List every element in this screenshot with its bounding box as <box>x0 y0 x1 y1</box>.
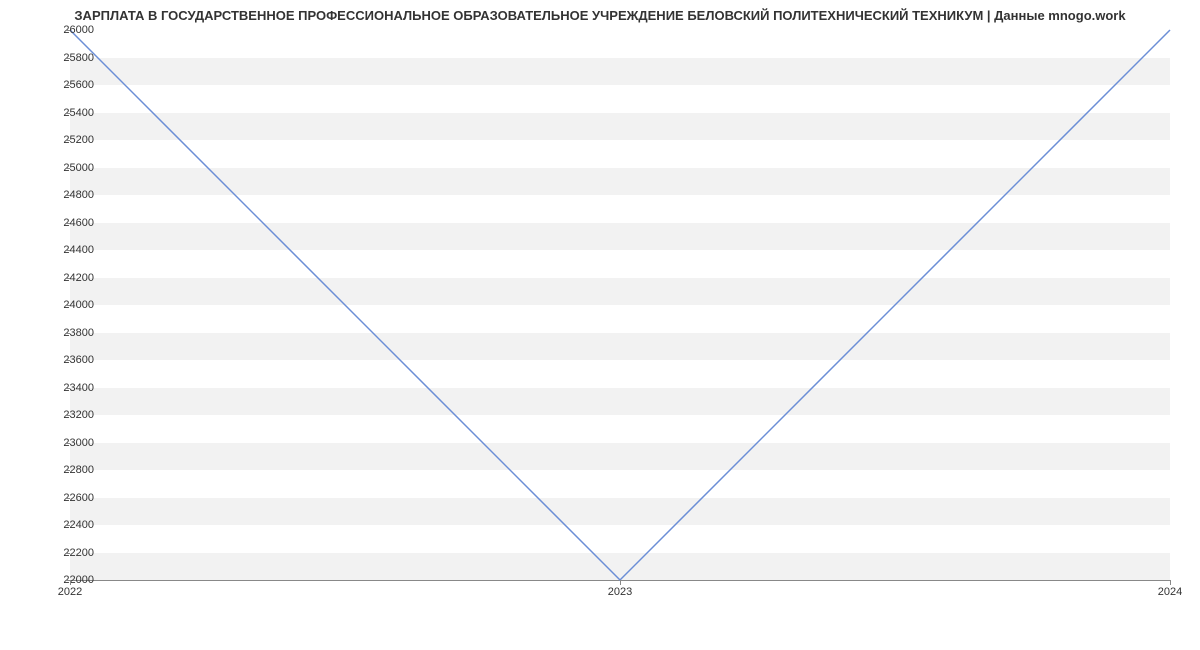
x-tick-mark <box>1170 580 1171 585</box>
y-tick-label: 24800 <box>34 189 94 201</box>
series-path <box>70 30 1170 580</box>
x-tick-label: 2022 <box>58 586 82 598</box>
y-tick-mark <box>65 470 70 471</box>
y-tick-mark <box>65 305 70 306</box>
x-tick-label: 2023 <box>608 586 632 598</box>
y-tick-label: 24600 <box>34 217 94 229</box>
chart-container: ЗАРПЛАТА В ГОСУДАРСТВЕННОЕ ПРОФЕССИОНАЛЬ… <box>0 0 1200 650</box>
y-tick-mark <box>65 168 70 169</box>
chart-title: ЗАРПЛАТА В ГОСУДАРСТВЕННОЕ ПРОФЕССИОНАЛЬ… <box>0 8 1200 23</box>
y-tick-mark <box>65 443 70 444</box>
y-tick-label: 26000 <box>34 24 94 36</box>
y-tick-label: 22400 <box>34 519 94 531</box>
y-tick-label: 22000 <box>34 574 94 586</box>
y-tick-label: 24200 <box>34 272 94 284</box>
y-tick-mark <box>65 388 70 389</box>
y-tick-label: 25400 <box>34 107 94 119</box>
y-tick-label: 23200 <box>34 409 94 421</box>
x-tick-mark <box>620 580 621 585</box>
y-tick-mark <box>65 140 70 141</box>
y-tick-mark <box>65 333 70 334</box>
y-tick-mark <box>65 278 70 279</box>
y-tick-label: 22800 <box>34 464 94 476</box>
y-tick-mark <box>65 195 70 196</box>
y-tick-label: 23000 <box>34 437 94 449</box>
y-tick-mark <box>65 525 70 526</box>
y-tick-label: 22200 <box>34 547 94 559</box>
y-tick-mark <box>65 498 70 499</box>
series-line <box>70 30 1170 580</box>
y-tick-mark <box>65 553 70 554</box>
y-tick-label: 24000 <box>34 299 94 311</box>
x-tick-mark <box>70 580 71 585</box>
y-tick-label: 25800 <box>34 52 94 64</box>
x-tick-label: 2024 <box>1158 586 1182 598</box>
plot-area <box>70 30 1170 581</box>
y-tick-mark <box>65 223 70 224</box>
y-tick-label: 25200 <box>34 134 94 146</box>
y-tick-mark <box>65 85 70 86</box>
y-tick-mark <box>65 360 70 361</box>
y-tick-label: 25600 <box>34 79 94 91</box>
y-tick-label: 23600 <box>34 354 94 366</box>
y-tick-mark <box>65 113 70 114</box>
y-tick-label: 23400 <box>34 382 94 394</box>
y-tick-mark <box>65 30 70 31</box>
y-tick-mark <box>65 58 70 59</box>
y-tick-label: 25000 <box>34 162 94 174</box>
y-tick-mark <box>65 250 70 251</box>
y-tick-label: 22600 <box>34 492 94 504</box>
y-tick-mark <box>65 415 70 416</box>
y-tick-label: 24400 <box>34 244 94 256</box>
y-tick-label: 23800 <box>34 327 94 339</box>
